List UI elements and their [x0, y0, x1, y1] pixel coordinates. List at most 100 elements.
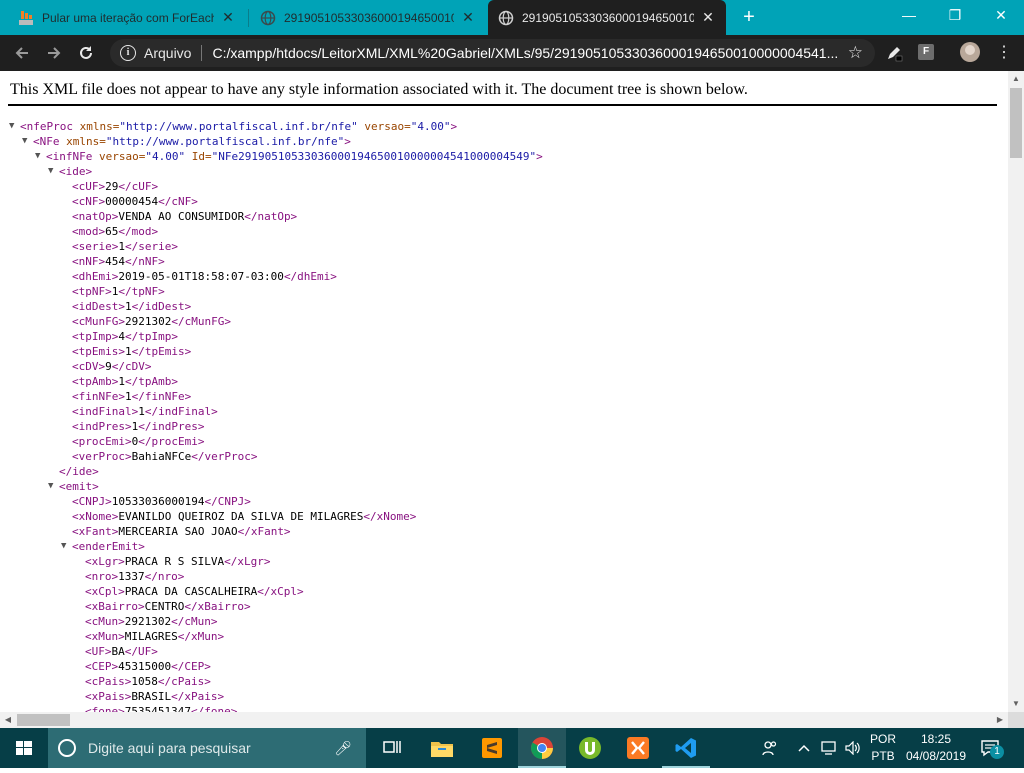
close-tab-icon[interactable]: ✕: [220, 9, 236, 26]
close-window-button[interactable]: ✕: [978, 0, 1024, 32]
windows-logo-icon: [16, 741, 32, 755]
scroll-up-arrow-icon[interactable]: ▲: [1008, 71, 1024, 87]
microphone-icon[interactable]: 🎤︎: [334, 740, 352, 757]
sf-favicon-icon: [19, 10, 33, 25]
xml-tag: <tpImp>: [72, 330, 119, 343]
network-icon[interactable]: [818, 728, 840, 768]
xml-line: <xMun>MILAGRES</xMun>: [0, 629, 543, 644]
forward-button[interactable]: [40, 39, 68, 67]
vscode-icon[interactable]: [662, 728, 710, 768]
menu-kebab-icon[interactable]: ⋮: [990, 39, 1018, 67]
xml-line: <procEmi>0</procEmi>: [0, 434, 543, 449]
volume-icon[interactable]: [842, 728, 864, 768]
xml-tag: <CEP>: [85, 660, 119, 673]
xml-text: 10533036000194: [111, 495, 205, 508]
scroll-down-arrow-icon[interactable]: ▼: [1008, 696, 1024, 712]
task-view-icon[interactable]: [368, 728, 416, 768]
xml-text: 1058: [131, 675, 158, 688]
start-button[interactable]: [0, 728, 48, 768]
xml-line: <natOp>VENDA AO CONSUMIDOR</natOp>: [0, 209, 543, 224]
vertical-scrollbar[interactable]: ▲ ▼: [1008, 71, 1024, 712]
xml-text: MILAGRES: [124, 630, 178, 643]
xml-tag: </indPres>: [138, 420, 205, 433]
xml-line[interactable]: ▼ <infNFe versao="4.00" Id="NFe2919051053…: [0, 149, 543, 164]
taskbar-search-box[interactable]: Digite aqui para pesquisar 🎤︎: [48, 728, 366, 768]
sublime-text-icon[interactable]: [468, 728, 516, 768]
reload-button[interactable]: [72, 39, 100, 67]
scroll-right-arrow-icon[interactable]: ▶: [992, 712, 1008, 728]
xml-line[interactable]: ▼ <enderEmit>: [0, 539, 543, 554]
collapse-triangle-icon[interactable]: ▼: [9, 119, 19, 134]
xml-tag: <xCpl>: [85, 585, 125, 598]
xml-text: 1: [124, 300, 132, 313]
xml-line[interactable]: ▼ <ide>: [0, 164, 543, 179]
collapse-triangle-icon[interactable]: ▼: [48, 479, 58, 494]
xampp-icon[interactable]: [614, 728, 662, 768]
info-icon[interactable]: i: [120, 45, 136, 61]
close-tab-icon[interactable]: ✕: [460, 9, 476, 26]
tab-divider: [248, 9, 249, 27]
tab-xml-1[interactable]: 29190510533036000194650010 ✕: [250, 0, 486, 35]
action-center-button[interactable]: 1: [980, 736, 1004, 760]
xml-tag: </xFant>: [237, 525, 291, 538]
xml-line: <cDV>9</cDV>: [0, 359, 543, 374]
xml-line: <mod>65</mod>: [0, 224, 543, 239]
xml-text: 65: [105, 225, 119, 238]
minimize-button[interactable]: —: [886, 0, 932, 32]
system-clock[interactable]: 18:25 04/08/2019: [900, 731, 972, 765]
xml-tag: </cMun>: [171, 615, 218, 628]
back-button[interactable]: [8, 39, 36, 67]
collapse-triangle-icon[interactable]: ▼: [61, 539, 71, 554]
xml-tag: </nNF>: [125, 255, 165, 268]
xml-style-notice: This XML file does not appear to have an…: [10, 81, 748, 98]
xml-tag: <fone>: [85, 705, 125, 712]
people-icon[interactable]: [756, 728, 784, 768]
collapse-triangle-icon[interactable]: ▼: [48, 164, 58, 179]
bookmark-star-icon[interactable]: ☆: [848, 43, 863, 63]
xml-line: <xLgr>PRACA R S SILVA</xLgr>: [0, 554, 543, 569]
xml-tag: <emit>: [59, 480, 99, 493]
tab-xml-2-active[interactable]: 29190510533036000194650010 ✕: [488, 0, 726, 35]
xml-text: 1337: [118, 570, 145, 583]
xml-val: "http://www.portalfiscal.inf.br/nfe": [119, 120, 358, 133]
xml-line: <tpEmis>1</tpEmis>: [0, 344, 543, 359]
horizontal-scrollbar[interactable]: ◀ ▶: [0, 712, 1008, 728]
xml-line[interactable]: ▼ <emit>: [0, 479, 543, 494]
chevron-up-icon[interactable]: [794, 728, 814, 768]
xml-tag: <nfeProc: [20, 120, 73, 133]
collapse-triangle-icon[interactable]: ▼: [22, 134, 32, 149]
input-language-indicator[interactable]: POR PTB: [866, 731, 900, 765]
extension-f-icon[interactable]: F: [918, 44, 934, 60]
url-text[interactable]: C:/xampp/htdocs/LeitorXML/XML%20Gabriel/…: [212, 45, 839, 61]
avatar[interactable]: [960, 42, 980, 62]
xml-line: </ide>: [0, 464, 543, 479]
xml-tag: <UF>: [85, 645, 112, 658]
xml-tag: </mod>: [118, 225, 159, 238]
xml-val: "4.00": [410, 120, 451, 133]
xml-line: <cMun>2921302</cMun>: [0, 614, 543, 629]
xml-text: CENTRO: [144, 600, 185, 613]
xml-line: <nNF>454</nNF>: [0, 254, 543, 269]
extension-pen-button[interactable]: [880, 39, 908, 67]
xml-tag: <natOp>: [72, 210, 119, 223]
address-bar[interactable]: i Arquivo C:/xampp/htdocs/LeitorXML/XML%…: [110, 39, 875, 67]
scrollbar-thumb[interactable]: [1010, 88, 1022, 158]
utorrent-icon[interactable]: [566, 728, 614, 768]
xml-line: <finNFe>1</finNFe>: [0, 389, 543, 404]
chrome-icon[interactable]: [518, 728, 566, 768]
collapse-triangle-icon[interactable]: ▼: [35, 149, 45, 164]
tab-foreach[interactable]: Pular uma iteração com ForEach ✕: [8, 0, 246, 35]
close-tab-icon[interactable]: ✕: [700, 9, 716, 26]
globe-icon: [498, 10, 514, 25]
file-explorer-icon[interactable]: [418, 728, 466, 768]
maximize-button[interactable]: ❐: [932, 0, 978, 32]
xml-line: <fone>7535451347</fone>: [0, 704, 543, 712]
scrollbar-thumb[interactable]: [17, 714, 70, 726]
new-tab-button[interactable]: +: [736, 4, 762, 30]
xml-line: <nro>1337</nro>: [0, 569, 543, 584]
xml-line[interactable]: ▼ <nfeProc xmlns="http://www.portalfiscal…: [0, 119, 543, 134]
xml-line: <CEP>45315000</CEP>: [0, 659, 543, 674]
xml-text: 1: [118, 240, 125, 253]
xml-line[interactable]: ▼ <NFe xmlns="http://www.portalfiscal.inf…: [0, 134, 543, 149]
scroll-left-arrow-icon[interactable]: ◀: [0, 712, 16, 728]
